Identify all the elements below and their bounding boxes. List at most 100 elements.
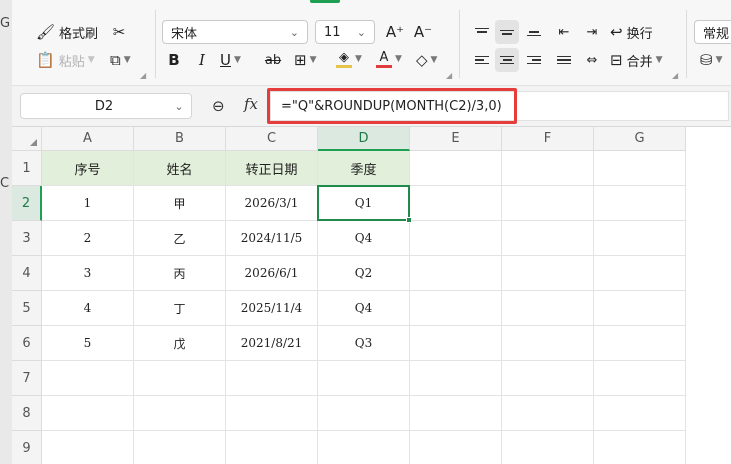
cell-b6[interactable]: 戊 [134,326,226,361]
dialog-launcher-icon[interactable]: ◢ [140,71,146,80]
row-header-7[interactable]: 7 [12,361,42,396]
cell-e1[interactable] [410,151,502,186]
italic-button[interactable]: I [192,50,212,70]
merge-button[interactable]: ⊟ 合并 ▼ [610,48,663,72]
font-name-select[interactable]: 宋体 ⌄ [162,20,308,44]
cell-g4[interactable] [594,256,686,291]
column-header-b[interactable]: B [134,127,226,151]
cell-g3[interactable] [594,221,686,256]
font-grow-button[interactable]: A⁺ [384,22,406,42]
column-header-g[interactable]: G [594,127,686,151]
cell-d1[interactable]: 季度 [318,151,410,186]
cell-a7[interactable] [42,361,134,396]
distribute-button[interactable]: ⇔ [580,48,604,72]
align-right-button[interactable] [522,48,546,72]
cell-g6[interactable] [594,326,686,361]
cell-c2[interactable]: 2026/3/1 [226,186,318,221]
cell-e2[interactable] [410,186,502,221]
paste-button[interactable]: 📋 粘贴 ▼ [36,50,95,70]
cell-c6[interactable]: 2021/8/21 [226,326,318,361]
cell-c8[interactable] [226,396,318,431]
name-box[interactable]: D2 ⌄ [20,93,192,119]
column-header-d[interactable]: D [318,127,410,151]
cell-g7[interactable] [594,361,686,396]
worksheet-grid[interactable]: A B C D E F G 1 序号 姓名 转正日期 季度 2 1 甲 2026/3/1 Q1 3 2 乙 2024/1… [12,126,731,464]
cell-a5[interactable]: 4 [42,291,134,326]
align-bottom-button[interactable] [522,20,546,44]
cell-d8[interactable] [318,396,410,431]
fx-icon[interactable]: fx [244,95,258,113]
bold-button[interactable]: B [164,50,184,70]
row-header-6[interactable]: 6 [12,326,42,361]
cell-e9[interactable] [410,431,502,464]
cut-button[interactable]: ✂ [108,22,130,42]
cell-f6[interactable] [502,326,594,361]
cell-a9[interactable] [42,431,134,464]
cell-a1[interactable]: 序号 [42,151,134,186]
strikethrough-button[interactable]: ab [262,50,284,70]
font-shrink-button[interactable]: A⁻ [412,22,434,42]
cell-b1[interactable]: 姓名 [134,151,226,186]
number-style-button[interactable]: ⛁ ▼ [700,50,723,70]
column-header-a[interactable]: A [42,127,134,151]
formula-input[interactable]: ="Q"&ROUNDUP(MONTH(C2)/3,0) [270,91,729,121]
cell-c9[interactable] [226,431,318,464]
fill-color-button[interactable]: ◈ ▼ [336,48,362,70]
cell-c5[interactable]: 2025/11/4 [226,291,318,326]
cell-a2[interactable]: 1 [42,186,134,221]
number-format-select[interactable]: 常规 [694,20,731,44]
cell-g2[interactable] [594,186,686,221]
text-direction-button[interactable]: ⇥ [580,20,604,44]
cell-a6[interactable]: 5 [42,326,134,361]
row-header-8[interactable]: 8 [12,396,42,431]
cell-d6[interactable]: Q3 [318,326,410,361]
cell-b4[interactable]: 丙 [134,256,226,291]
cell-g1[interactable] [594,151,686,186]
cell-f3[interactable] [502,221,594,256]
row-header-5[interactable]: 5 [12,291,42,326]
cell-f8[interactable] [502,396,594,431]
cell-b8[interactable] [134,396,226,431]
cell-g8[interactable] [594,396,686,431]
cell-a4[interactable]: 3 [42,256,134,291]
cell-e7[interactable] [410,361,502,396]
cell-f9[interactable] [502,431,594,464]
zoom-icon[interactable]: ⊖ [212,97,225,115]
justify-button[interactable] [552,48,576,72]
cell-a3[interactable]: 2 [42,221,134,256]
cell-b3[interactable]: 乙 [134,221,226,256]
cell-c1[interactable]: 转正日期 [226,151,318,186]
cell-e6[interactable] [410,326,502,361]
cell-b7[interactable] [134,361,226,396]
cell-e3[interactable] [410,221,502,256]
row-header-3[interactable]: 3 [12,221,42,256]
font-size-select[interactable]: 11 ⌄ [315,20,375,44]
cell-d7[interactable] [318,361,410,396]
fill-handle[interactable] [406,217,412,223]
cell-d3[interactable]: Q4 [318,221,410,256]
cell-c4[interactable]: 2026/6/1 [226,256,318,291]
cell-c7[interactable] [226,361,318,396]
column-header-e[interactable]: E [410,127,502,151]
cell-a8[interactable] [42,396,134,431]
cell-d5[interactable]: Q4 [318,291,410,326]
wrap-text-button[interactable]: ↩ 换行 [610,20,653,44]
row-header-4[interactable]: 4 [12,256,42,291]
underline-button[interactable]: U ▼ [220,50,241,70]
border-button[interactable]: ⊞ ▼ [294,50,317,70]
cell-e8[interactable] [410,396,502,431]
indent-button[interactable]: ⇤ [552,20,576,44]
align-middle-button[interactable] [495,20,519,44]
column-header-c[interactable]: C [226,127,318,151]
copy-button[interactable]: ⧉ ▼ [110,50,131,70]
column-header-f[interactable]: F [502,127,594,151]
cell-d9[interactable] [318,431,410,464]
row-header-9[interactable]: 9 [12,431,42,464]
cell-f7[interactable] [502,361,594,396]
cell-b5[interactable]: 丁 [134,291,226,326]
format-painter-button[interactable]: 🖌 格式刷 [36,22,98,42]
cell-g5[interactable] [594,291,686,326]
clear-format-button[interactable]: ◇ ▼ [416,50,437,70]
cell-d2[interactable]: Q1 [318,186,410,221]
cell-e4[interactable] [410,256,502,291]
